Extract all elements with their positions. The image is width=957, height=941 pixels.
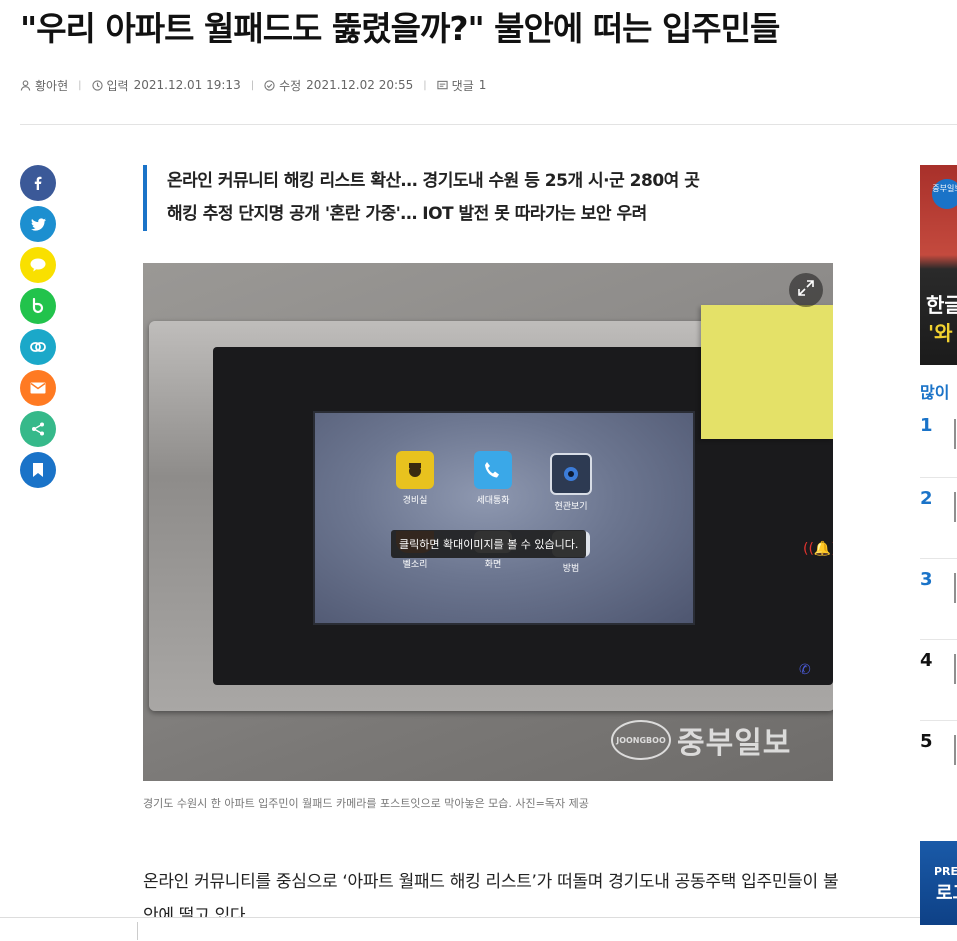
phone-icon [474, 451, 512, 489]
published-label: 입력 [106, 78, 129, 93]
toolbar-divider [137, 922, 138, 940]
photo-caption: 경기도 수원시 한 아파트 입주민이 월패드 카메라를 포스트잇으로 막아놓은 … [143, 797, 589, 810]
popular-item[interactable]: 3 [920, 558, 957, 640]
email-share-button[interactable] [20, 370, 56, 406]
expand-icon [798, 280, 814, 300]
copy-link-button[interactable] [20, 329, 56, 365]
link-icon [30, 342, 46, 352]
call-icon: ✆ [799, 662, 811, 678]
rank-number: 2 [920, 488, 933, 509]
bookmark-button[interactable] [20, 452, 56, 488]
share-bar [20, 165, 56, 493]
comments-link[interactable]: 댓글 1 [437, 77, 487, 94]
app-guard-room: 경비실 [385, 451, 445, 506]
post-it-note [701, 305, 833, 439]
alarm-icon: ((🔔)) [803, 541, 833, 557]
author-meta: 황아현 [20, 77, 68, 94]
subheading-line: 온라인 커뮤니티 해킹 리스트 확산… 경기도내 수원 등 25개 시·군 28… [167, 171, 700, 191]
sidebar-ad-banner[interactable]: PRE 로고 [920, 841, 957, 925]
bottom-toolbar [0, 917, 957, 941]
twitter-icon [30, 217, 46, 231]
rank-number: 3 [920, 569, 933, 590]
watermark-seal: JOONGBOO [611, 720, 671, 760]
facebook-icon [31, 176, 45, 190]
kakaotalk-icon [30, 258, 46, 272]
app-label: 화면 [484, 560, 502, 570]
check-circle-icon [264, 79, 275, 91]
meta-divider: | [250, 79, 255, 91]
watermark-text: 중부일보 [677, 726, 792, 761]
subheading-line: 해킹 추정 단지명 공개 '혼란 가중'… IOT 발전 못 따라가는 보안 우… [167, 204, 647, 224]
app-label: 세대통화 [476, 496, 510, 506]
email-icon [30, 382, 46, 394]
band-icon [31, 298, 45, 314]
ad-title: 로고 [936, 883, 957, 904]
article-headline: "우리 아파트 월패드도 뚫렸을까?" 불안에 떠는 입주민들 [20, 9, 780, 48]
share-icon [31, 422, 45, 436]
updated-date: 2021.12.02 20:55 [306, 78, 414, 92]
comment-icon [437, 80, 448, 91]
meta-divider: | [423, 79, 427, 91]
popular-news-heading: 많이 [920, 383, 950, 402]
promo-subtitle: '와 [928, 321, 953, 345]
meta-divider: | [78, 79, 82, 91]
app-label: 현관보기 [554, 502, 588, 512]
right-sidebar: 중부일보 한글 '와 많이 1 2 3 4 5 PRE 로고 [920, 165, 957, 925]
popular-item[interactable]: 5 [920, 720, 957, 802]
zoom-tooltip: 클릭하면 확대이미지를 볼 수 있습니다. [391, 530, 587, 558]
band-share-button[interactable] [20, 288, 56, 324]
promo-badge: 중부일보 [932, 179, 957, 209]
article-photo[interactable]: 경비실 세대통화 현관보기 벨소리 화면 방범 ((🔔 ✆ 클릭하면 확대이미지… [143, 263, 833, 781]
twitter-share-button[interactable] [20, 206, 56, 242]
popular-item[interactable]: 4 [920, 639, 957, 721]
rank-number: 1 [920, 415, 933, 436]
published-meta: 입력 2021.12.01 19:13 [91, 77, 241, 94]
camera-icon [550, 453, 592, 495]
article-subheading: 온라인 커뮤니티 해킹 리스트 확산… 경기도내 수원 등 25개 시·군 28… [143, 165, 787, 231]
sidebar-promo-banner[interactable]: 중부일보 한글 '와 [920, 165, 957, 365]
expand-image-button[interactable] [789, 273, 823, 307]
header-divider [20, 124, 957, 125]
app-door-view: 현관보기 [541, 453, 601, 512]
author-name[interactable]: 황아현 [35, 77, 68, 94]
photo-watermark: JOONGBOO 중부일보 [611, 718, 791, 762]
share-more-button[interactable] [20, 411, 56, 447]
comments-count: 1 [478, 78, 487, 92]
wallpad-screen: 경비실 세대통화 현관보기 벨소리 화면 방범 [313, 411, 695, 625]
kakaotalk-share-button[interactable] [20, 247, 56, 283]
comments-label: 댓글 [451, 78, 474, 93]
person-icon [20, 79, 31, 91]
updated-label: 수정 [279, 78, 302, 93]
bookmark-icon [33, 463, 43, 477]
facebook-share-button[interactable] [20, 165, 56, 201]
published-date: 2021.12.01 19:13 [133, 78, 241, 92]
app-label: 벨소리 [402, 560, 428, 570]
updated-meta: 수정 2021.12.02 20:55 [264, 77, 413, 94]
popular-item[interactable]: 2 [920, 477, 957, 559]
popular-item[interactable]: 1 [920, 405, 957, 486]
app-label: 방범 [562, 564, 580, 574]
ad-text: PRE [934, 865, 957, 878]
article-meta: 황아현 | 입력 2021.12.01 19:13 | 수정 2021.12.0… [20, 76, 486, 94]
promo-title: 한글 [926, 293, 957, 317]
rank-number: 5 [920, 731, 933, 752]
rank-number: 4 [920, 650, 933, 671]
clock-icon [91, 79, 103, 91]
app-intercom: 세대통화 [463, 451, 523, 506]
guard-icon [396, 451, 434, 489]
app-label: 경비실 [402, 496, 428, 506]
